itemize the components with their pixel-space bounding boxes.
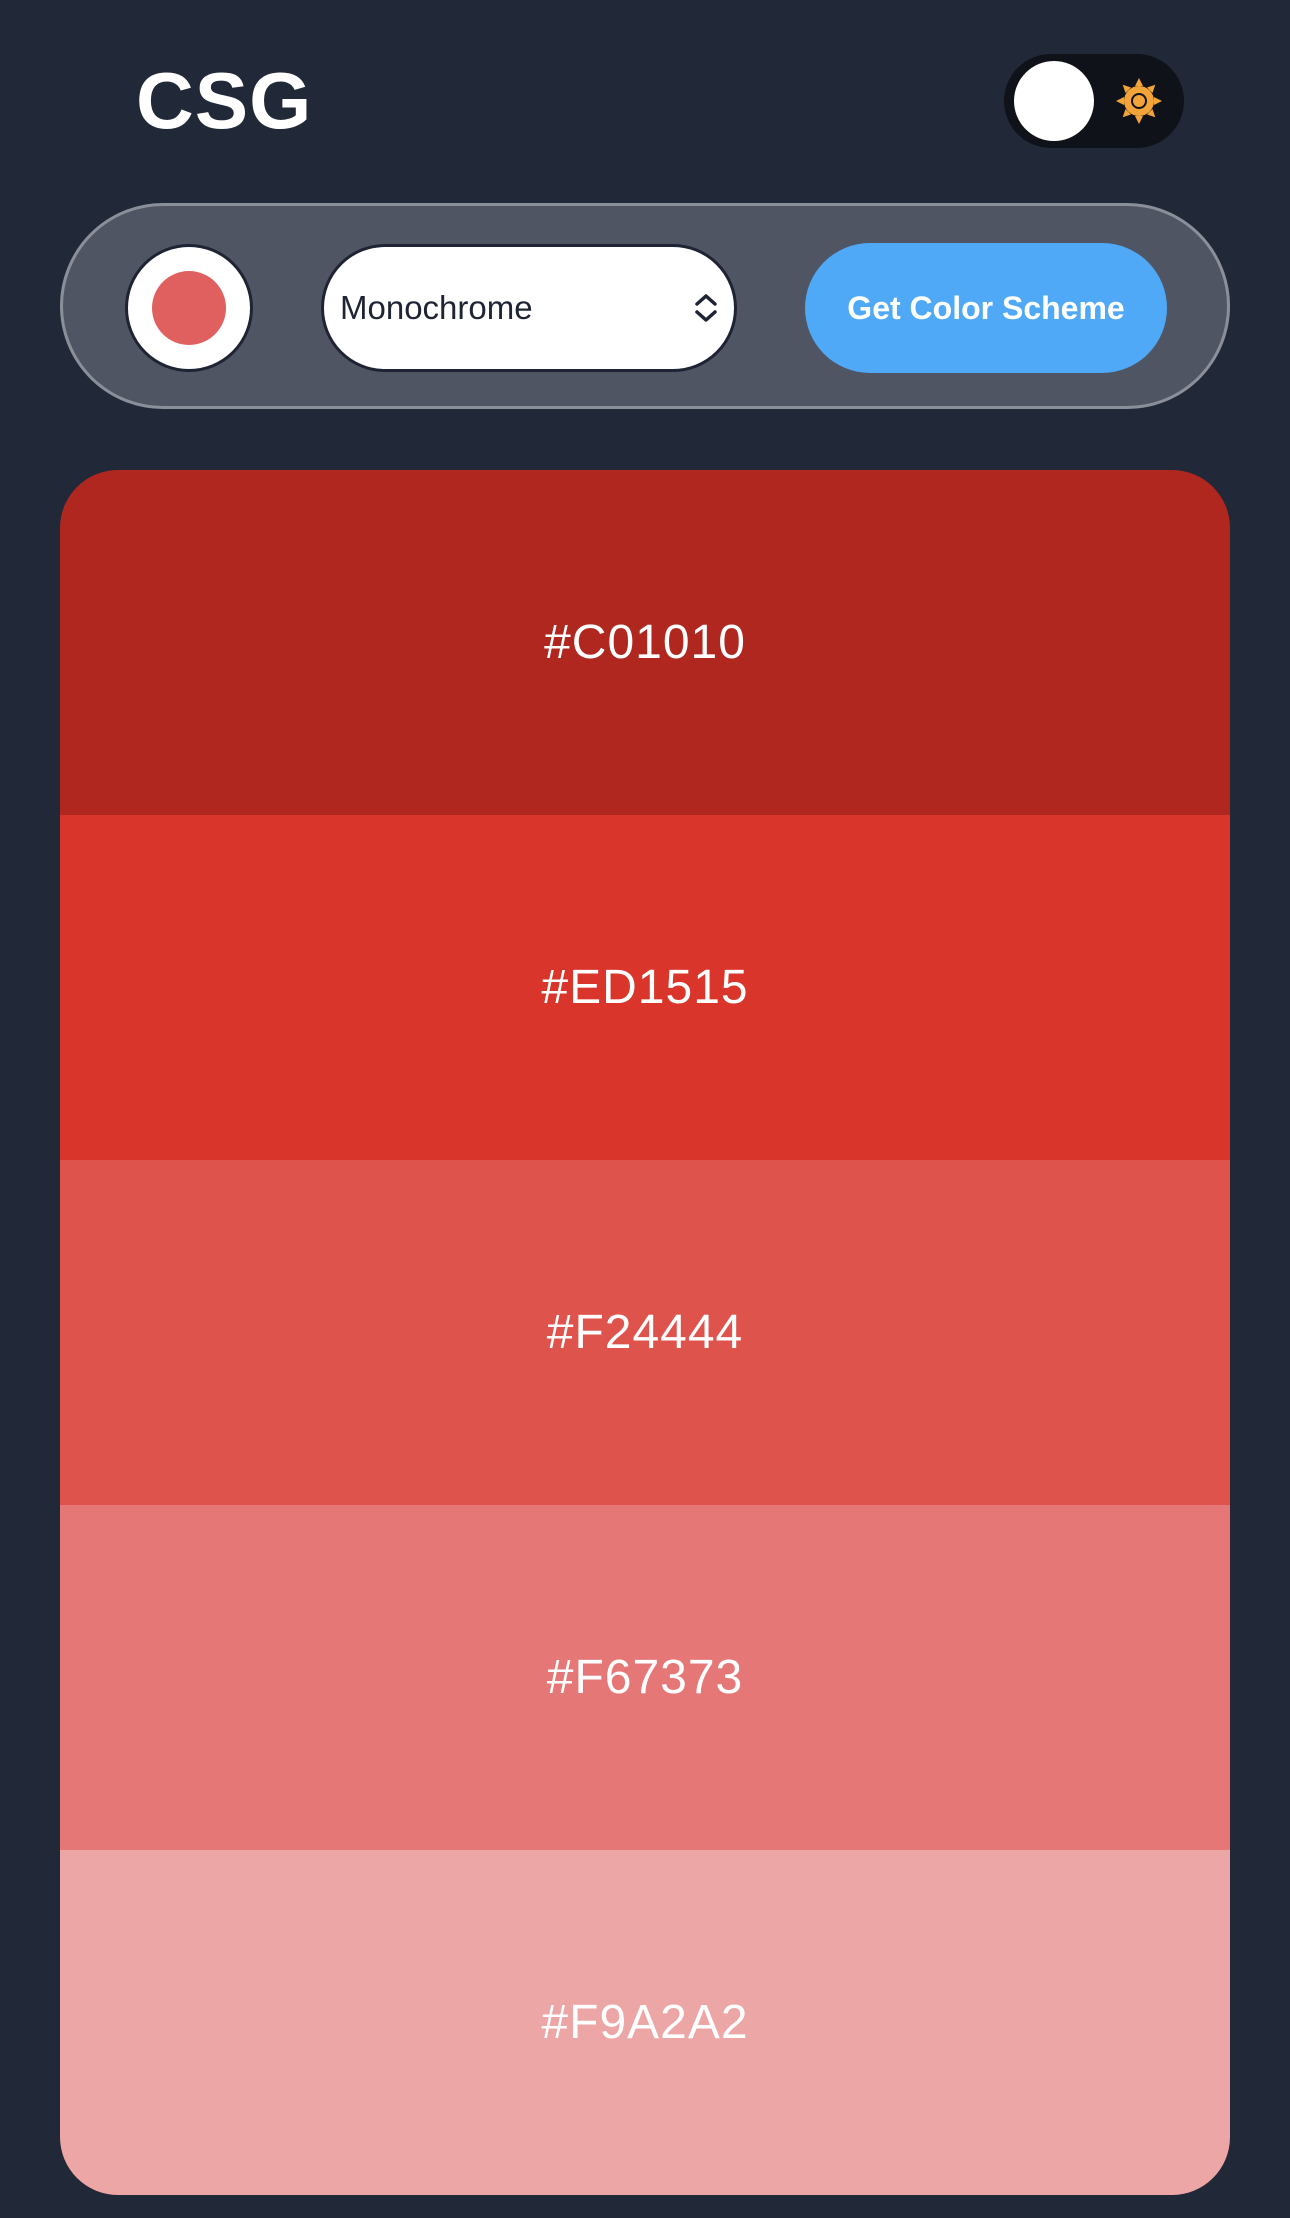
scheme-controls: Monochrome Get Color Scheme	[60, 203, 1230, 409]
color-hex-label: #F24444	[546, 1306, 744, 1359]
color-hex-label: #C01010	[544, 616, 746, 669]
seed-color-swatch[interactable]	[152, 271, 226, 345]
chevron-up-down-icon	[695, 294, 717, 322]
theme-toggle[interactable]	[1004, 54, 1184, 148]
color-block[interactable]: #ED1515	[60, 815, 1230, 1160]
color-block[interactable]: #F9A2A2	[60, 1850, 1230, 2195]
color-hex-label: #ED1515	[541, 961, 749, 1014]
get-color-scheme-button[interactable]: Get Color Scheme	[805, 243, 1167, 373]
app-title: CSG	[136, 56, 313, 145]
color-block[interactable]: #F67373	[60, 1505, 1230, 1850]
color-hex-label: #F9A2A2	[541, 1996, 749, 2049]
app-root: CSG Monochrome Get Color Scheme #C01010 …	[0, 0, 1290, 2218]
scheme-mode-select[interactable]: Monochrome	[321, 244, 737, 372]
color-block[interactable]: #C01010	[60, 470, 1230, 815]
toggle-knob[interactable]	[1014, 61, 1094, 141]
scheme-mode-value: Monochrome	[340, 289, 533, 326]
color-hex-label: #F67373	[546, 1651, 744, 1704]
sun-icon	[1116, 78, 1162, 124]
seed-color-picker[interactable]	[125, 244, 253, 372]
color-palette: #C01010 #ED1515 #F24444 #F67373 #F9A2A2	[60, 470, 1230, 2195]
color-block[interactable]: #F24444	[60, 1160, 1230, 1505]
